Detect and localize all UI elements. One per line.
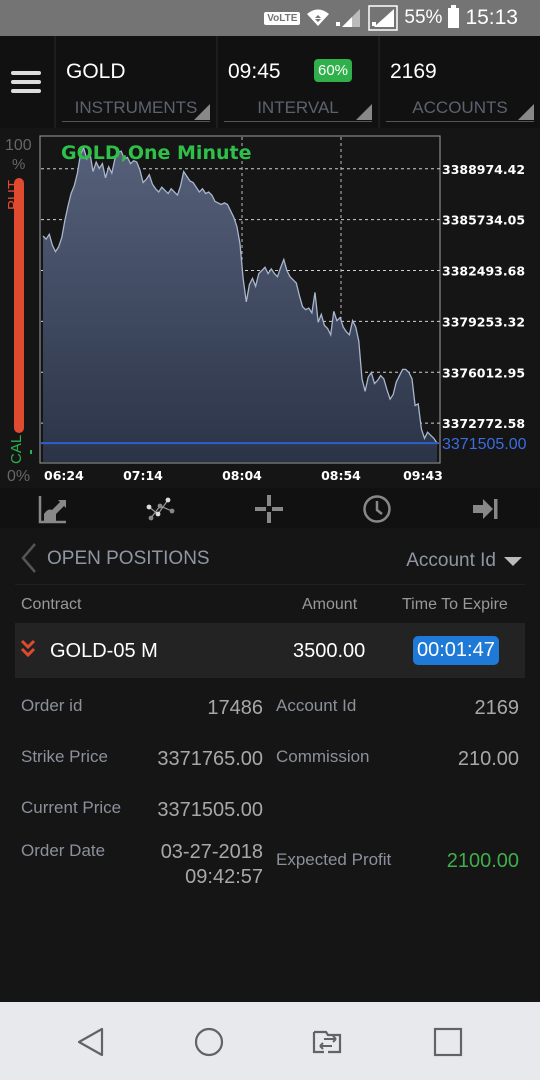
signal-sim2-icon [368,5,399,31]
x-tick-label: 07:14 [123,468,163,483]
chart-type-icon[interactable] [38,494,68,524]
account-id-dropdown-label: Account Id [406,550,496,571]
status-bar: VoLTE 55% 15:13 [0,0,540,36]
position-row[interactable]: GOLD-05 M 3500.00 00:01:47 [15,623,525,678]
y-tick-label: 3388974.42 [442,162,525,177]
position-amount: 3500.00 [293,640,366,662]
interval-selector[interactable]: 09:45 60% INTERVAL [216,36,378,128]
dropdown-corner-icon [518,104,534,120]
order-date-value: 03-27-2018 [160,841,263,863]
recents-icon[interactable] [432,1026,464,1058]
system-nav-bar [0,1002,540,1080]
wifi-icon [307,9,330,26]
positions-title: OPEN POSITIONS [47,548,210,569]
chevron-down-icon [504,556,522,566]
position-contract: GOLD-05 M [50,640,158,662]
y-tick-label: 3376012.95 [442,365,525,380]
top-bar: GOLD INSTRUMENTS 09:45 60% INTERVAL 2169… [0,36,540,128]
expected-profit-label: Expected Profit [276,850,392,869]
put-direction-icon [20,639,36,658]
home-icon[interactable] [193,1026,225,1058]
order-id-label: Order id [21,696,83,715]
clock-icon[interactable] [362,494,392,524]
current-price-value: 3371505.00 [157,799,263,821]
price-chart[interactable]: 3388974.42 3385734.05 3382493.68 3379253.32… [0,128,540,488]
order-time-value: 09:42:57 [185,866,263,888]
divider [15,584,525,585]
scroll-to-end-icon[interactable] [470,494,500,524]
expected-profit-value: 2100.00 [446,850,519,872]
chart-toolbar [0,488,540,528]
instrument-value: GOLD [66,60,126,83]
back-chevron-icon[interactable] [20,542,38,574]
order-id-value: 17486 [207,697,263,719]
dropdown-corner-icon [356,104,372,120]
instrument-label: INSTRUMENTS [62,98,210,122]
instrument-selector[interactable]: GOLD INSTRUMENTS [54,36,216,128]
column-header-contract: Contract [21,596,82,613]
current-price-label: 3371505.00 [442,436,527,453]
chart-title: GOLD,One Minute [61,142,251,164]
interval-value: 09:45 [228,60,281,83]
switch-app-icon[interactable] [312,1026,344,1058]
clock: 15:13 [465,6,518,29]
column-header-time-to-expire: Time To Expire [402,596,508,613]
battery-icon [448,5,460,28]
current-price-label: Current Price [21,798,122,817]
y-tick-label: 3385734.05 [442,213,525,228]
indicators-icon[interactable] [146,494,176,524]
strike-price-label: Strike Price [21,747,108,766]
x-tick-label: 08:04 [222,468,262,483]
positions-header: OPEN POSITIONS Account Id [0,528,540,584]
commission-label: Commission [276,747,370,766]
x-tick-label: 06:24 [44,468,84,483]
signal-icon [336,9,361,27]
account-selector[interactable]: 2169 ACCOUNTS [378,36,540,128]
dropdown-corner-icon [194,104,210,120]
back-icon[interactable] [76,1026,108,1058]
account-value: 2169 [390,60,437,83]
account-label: ACCOUNTS [386,98,534,122]
account-id-dropdown[interactable]: Account Id [406,550,522,572]
menu-button[interactable] [0,36,52,128]
time-to-expire-badge: 00:01:47 [413,636,499,665]
column-header-amount: Amount [302,596,358,613]
strike-price-value: 3371765.00 [157,748,263,770]
interval-label: INTERVAL [224,98,372,122]
volte-icon: VoLTE [264,11,301,25]
payout-badge: 60% [314,59,353,82]
order-date-label: Order Date [21,841,106,860]
y-tick-label: 3372772.58 [442,416,525,431]
chart-area[interactable]: 100 % PUT CAL 0% 3388974.423385734.05338… [0,128,540,488]
y-tick-label: 3379253.32 [442,314,525,329]
hamburger-icon [11,71,41,75]
crosshair-icon[interactable] [254,494,284,524]
open-positions-panel: OPEN POSITIONS Account Id Contract Amoun… [0,528,540,1002]
x-tick-label: 09:43 [403,468,443,483]
account-id-value: 2169 [474,697,520,719]
x-tick-label: 08:54 [321,468,361,483]
y-tick-label: 3382493.68 [442,264,525,279]
commission-value: 210.00 [457,748,519,770]
battery-percent: 55% [404,7,443,28]
account-id-label: Account Id [276,696,357,715]
